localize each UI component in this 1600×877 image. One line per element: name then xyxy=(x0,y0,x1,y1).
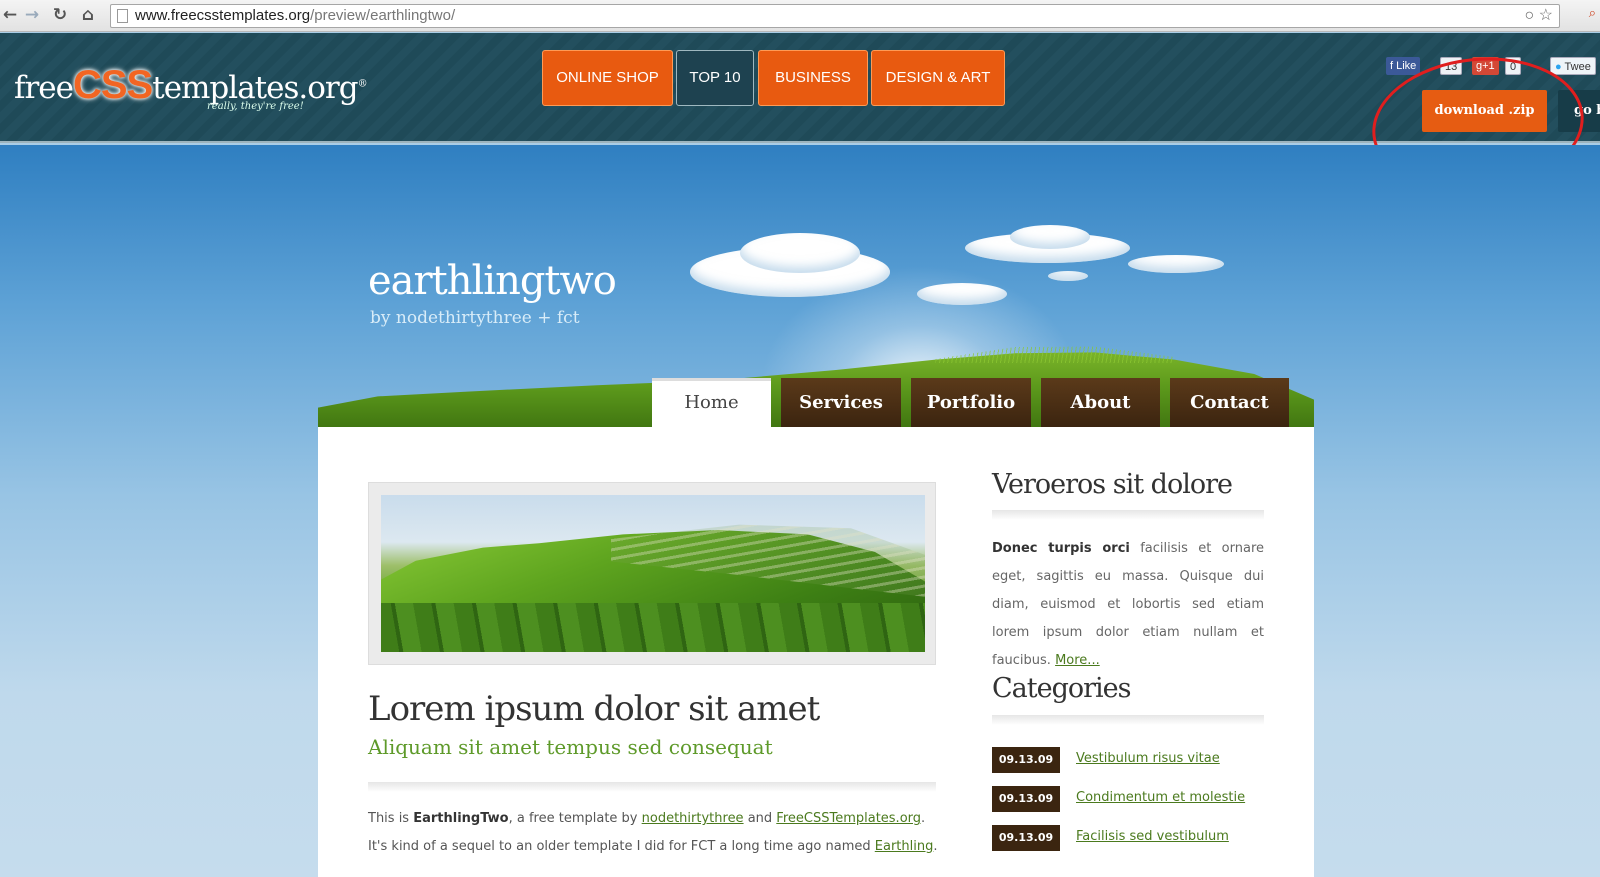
sidebar-text: Donec turpis orci facilisis et ornare eg… xyxy=(992,541,1264,668)
link-nodethirtythree[interactable]: nodethirtythree xyxy=(642,811,744,826)
category-link[interactable]: Condimentum et molestie xyxy=(1076,790,1245,805)
facebook-like-button[interactable]: f Like xyxy=(1386,57,1421,75)
twitter-icon: ● xyxy=(1555,61,1562,73)
cloud xyxy=(1048,271,1088,281)
site-logo[interactable]: freeCSStemplates.org® xyxy=(14,63,368,108)
logo-free: free xyxy=(14,70,74,106)
page-icon xyxy=(117,9,128,23)
tab-portfolio[interactable]: Portfolio xyxy=(911,378,1031,427)
logo-registered: ® xyxy=(357,78,368,90)
cloud xyxy=(1010,225,1090,249)
facebook-icon: f xyxy=(1390,60,1394,72)
url-host: www.freecsstemplates.org xyxy=(135,7,311,24)
nav-business[interactable]: BUSINESS xyxy=(758,50,868,106)
home-icon[interactable]: ⌂ xyxy=(78,5,98,25)
download-zip-button[interactable]: download .zip xyxy=(1422,90,1547,132)
cloud xyxy=(740,233,860,273)
link-earthling[interactable]: Earthling xyxy=(875,839,934,854)
template-name: EarthlingTwo xyxy=(413,811,509,826)
extension-icon[interactable]: ⌕ xyxy=(1589,6,1596,21)
tab-about[interactable]: About xyxy=(1041,378,1160,427)
nav-design-art[interactable]: DESIGN & ART xyxy=(871,50,1005,106)
site-title: earthlingtwo xyxy=(368,258,617,304)
cloud xyxy=(1128,255,1224,273)
category-date: 09.13.09 xyxy=(992,825,1060,851)
back-arrow-icon[interactable]: ← xyxy=(0,5,20,25)
image-fields xyxy=(381,603,925,652)
go-back-button[interactable]: go b xyxy=(1558,90,1600,132)
sidebar-heading-categories: Categories xyxy=(992,673,1131,704)
address-bar[interactable]: www.freecsstemplates.org/preview/earthli… xyxy=(110,4,1560,28)
divider xyxy=(368,782,936,792)
logo-css: CSS xyxy=(72,63,153,107)
nav-top-10[interactable]: TOP 10 xyxy=(676,50,754,106)
tab-contact[interactable]: Contact xyxy=(1170,378,1289,427)
forward-arrow-icon[interactable]: → xyxy=(22,5,42,25)
divider xyxy=(992,510,1264,520)
tweet-button[interactable]: ● Twee xyxy=(1550,57,1596,75)
content-panel: Lorem ipsum dolor sit amet Aliquam sit a… xyxy=(318,427,1314,877)
site-subtitle: by nodethirtythree + fct xyxy=(370,308,580,328)
post-body: This is EarthlingTwo, a free template by… xyxy=(368,811,938,854)
tab-services[interactable]: Services xyxy=(781,378,901,427)
post-subtitle: Aliquam sit amet tempus sed consequat xyxy=(368,735,773,759)
featured-image-frame xyxy=(368,482,936,665)
category-link[interactable]: Vestibulum risus vitae xyxy=(1076,751,1220,766)
nav-online-shop[interactable]: ONLINE SHOP xyxy=(542,50,673,106)
sidebar-heading-veroeros: Veroeros sit dolore xyxy=(992,469,1233,500)
url-path: /preview/earthlingtwo/ xyxy=(310,7,456,24)
divider xyxy=(992,715,1264,725)
link-freecsstemplates[interactable]: FreeCSSTemplates.org xyxy=(776,811,921,826)
like-count: 13 xyxy=(1440,57,1463,75)
category-date: 09.13.09 xyxy=(992,747,1060,773)
logo-tagline: really, they're free! xyxy=(207,101,304,112)
tab-home[interactable]: Home xyxy=(652,378,771,427)
more-link[interactable]: More... xyxy=(1055,653,1100,668)
category-date: 09.13.09 xyxy=(992,786,1060,812)
bookmark-star-icon[interactable]: ○ ☆ xyxy=(1525,5,1553,27)
site-header: freeCSStemplates.org® really, they're fr… xyxy=(0,33,1600,143)
category-link[interactable]: Facilisis sed vestibulum xyxy=(1076,829,1229,844)
reload-icon[interactable]: ↻ xyxy=(50,5,70,25)
google-plus-button[interactable]: g+1 xyxy=(1472,57,1499,75)
post-title: Lorem ipsum dolor sit amet xyxy=(368,689,820,729)
browser-toolbar: ← → ↻ ⌂ www.freecsstemplates.org/preview… xyxy=(0,0,1600,32)
gplus-count: 0 xyxy=(1505,57,1522,75)
featured-landscape-image xyxy=(381,495,925,652)
cloud xyxy=(917,283,1007,305)
